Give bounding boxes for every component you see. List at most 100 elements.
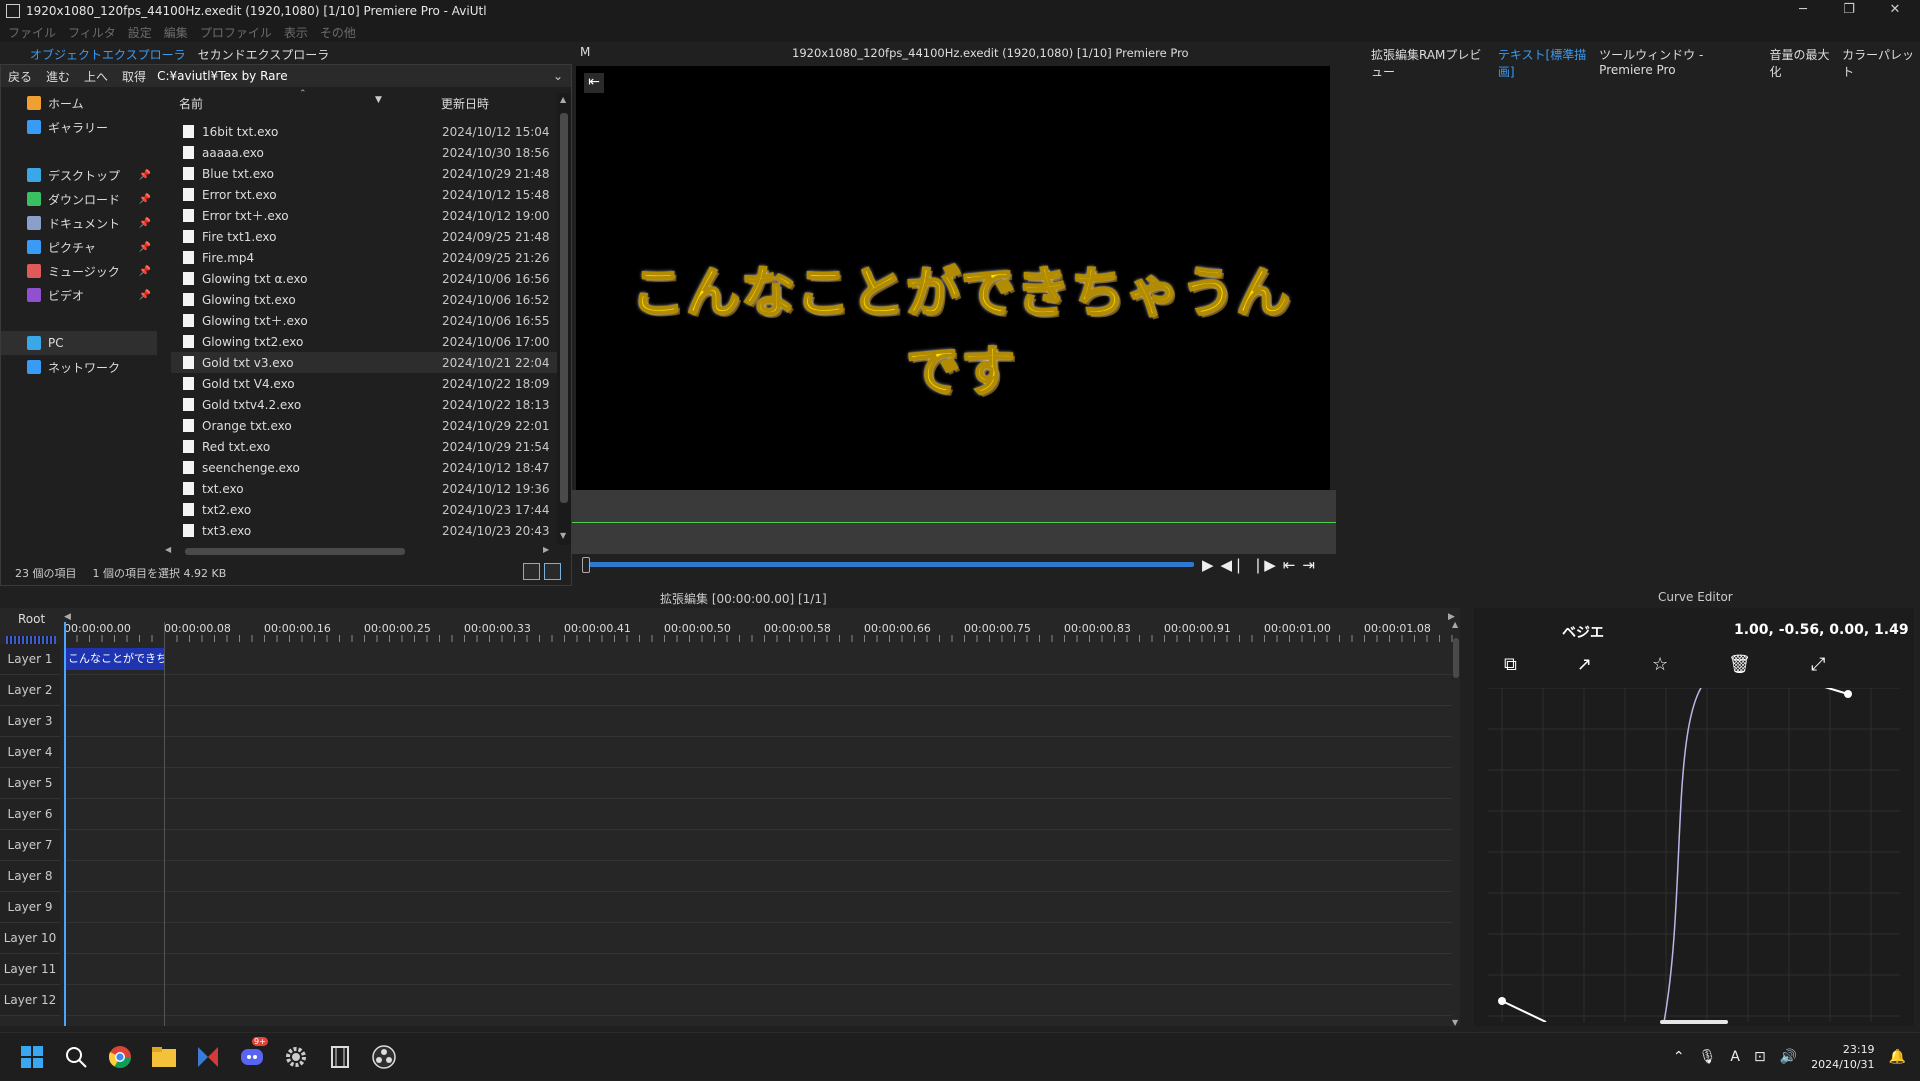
curve-panel-handle[interactable] xyxy=(1660,1020,1728,1024)
menu-settings[interactable]: 設定 xyxy=(128,24,152,41)
go-end-icon[interactable]: ⇥ xyxy=(1302,556,1315,574)
next-frame-icon[interactable]: ❘▶ xyxy=(1252,556,1276,574)
layer-lane[interactable] xyxy=(64,675,1452,706)
nav-item[interactable]: ドキュメント 📌 xyxy=(1,211,157,235)
nav-item[interactable]: デスクトップ 📌 xyxy=(1,163,157,187)
tab-text-standard[interactable]: テキスト[標準描画] xyxy=(1493,44,1594,82)
notification-bell-icon[interactable]: 🔔 xyxy=(1889,1049,1906,1065)
prev-frame-icon[interactable]: ◀❘ xyxy=(1221,556,1245,574)
layer-label[interactable]: Layer 11 xyxy=(0,954,60,985)
scroll-left-icon[interactable]: ◀ xyxy=(64,612,71,622)
pin-icon[interactable]: 📌 xyxy=(139,194,151,205)
clock[interactable]: 23:19 2024/10/31 xyxy=(1811,1042,1874,1072)
path-field[interactable]: C:¥aviutl¥Tex by Rare xyxy=(153,69,545,83)
layer-lane[interactable] xyxy=(64,706,1452,737)
pin-icon[interactable]: 📌 xyxy=(139,218,151,229)
file-row[interactable]: Glowing txt α.exo 2024/10/06 16:56 xyxy=(171,268,557,289)
tab-volume-maximize[interactable]: 音量の最大化 xyxy=(1764,44,1837,82)
menu-file[interactable]: ファイル xyxy=(8,24,56,41)
discord-icon[interactable]: 9+ xyxy=(238,1037,268,1071)
nav-item[interactable]: ホーム xyxy=(1,91,157,115)
layer-lane[interactable] xyxy=(64,923,1452,954)
layer-lane[interactable] xyxy=(64,799,1452,830)
file-row[interactable]: Blue txt.exo 2024/10/29 21:48 xyxy=(171,163,557,184)
back-button[interactable]: 戻る xyxy=(1,68,39,85)
nav-item[interactable]: ダウンロード 📌 xyxy=(1,187,157,211)
timeline-scrollbar[interactable]: ▲ ▼ xyxy=(1452,620,1460,1027)
scroll-right-icon[interactable]: ▶ xyxy=(543,545,549,554)
seek-knob[interactable] xyxy=(582,557,590,573)
nav-item[interactable]: ピクチャ 📌 xyxy=(1,235,157,259)
pin-icon[interactable]: 📌 xyxy=(139,290,151,301)
file-row[interactable]: Error txt＋.exo 2024/10/12 19:00 xyxy=(171,205,557,226)
file-row[interactable]: Glowing txt.exo 2024/10/06 16:52 xyxy=(171,289,557,310)
nav-item[interactable]: ビデオ 📌 xyxy=(1,283,157,307)
chrome-icon[interactable] xyxy=(106,1043,134,1071)
up-button[interactable]: 上へ xyxy=(77,68,115,85)
menu-edit[interactable]: 編集 xyxy=(164,24,188,41)
volume-icon[interactable]: 🔊 xyxy=(1780,1049,1797,1065)
layer-lane[interactable]: こんなことができちゃう xyxy=(64,644,1452,675)
pin-icon[interactable]: 📌 xyxy=(139,242,151,253)
nav-item[interactable]: PC xyxy=(1,331,157,355)
chevron-down-icon[interactable]: ⌄ xyxy=(545,69,571,83)
layer-label[interactable]: Layer 8 xyxy=(0,861,60,892)
root-label[interactable]: Root xyxy=(18,608,58,630)
file-explorer-icon[interactable] xyxy=(150,1043,178,1071)
layer-lane[interactable] xyxy=(64,830,1452,861)
file-row[interactable]: Glowing txt2.exo 2024/10/06 17:00 xyxy=(171,331,557,352)
export-icon[interactable]: ↗ xyxy=(1577,654,1592,675)
tab-ram-preview[interactable]: 拡張編集RAMプレビュー xyxy=(1366,44,1493,82)
minimize-button[interactable]: ─ xyxy=(1780,0,1826,22)
network-icon[interactable]: ⊡ xyxy=(1754,1049,1766,1065)
delete-icon[interactable]: 🗑 xyxy=(1728,654,1751,675)
seek-bar[interactable] xyxy=(582,557,1194,573)
scroll-thumb[interactable] xyxy=(560,113,568,503)
column-name[interactable]: 名前 xyxy=(179,95,203,112)
aviutl-film-icon[interactable] xyxy=(326,1043,354,1071)
editor-app-icon[interactable] xyxy=(194,1043,222,1071)
layer-label[interactable]: Layer 4 xyxy=(0,737,60,768)
file-row[interactable]: Fire txt1.exo 2024/09/25 21:48 xyxy=(171,226,557,247)
tab-tool-window[interactable]: ツールウィンドウ - Premiere Pro xyxy=(1594,44,1764,82)
text-clip[interactable]: こんなことができちゃう xyxy=(66,648,164,670)
column-date[interactable]: 更新日時 xyxy=(441,95,489,112)
menu-filter[interactable]: フィルタ xyxy=(68,24,116,41)
menu-profile[interactable]: プロファイル xyxy=(200,24,272,41)
forward-button[interactable]: 進む xyxy=(39,68,77,85)
layer-label[interactable]: Layer 6 xyxy=(0,799,60,830)
hscroll-thumb[interactable] xyxy=(185,548,405,555)
pin-icon[interactable]: 📌 xyxy=(139,266,151,277)
details-view-icon[interactable] xyxy=(523,563,540,580)
scroll-left-icon[interactable]: ◀ xyxy=(165,545,171,554)
tab-color-palette[interactable]: カラーパレット xyxy=(1837,44,1920,82)
file-row[interactable]: Gold txt V4.exo 2024/10/22 18:09 xyxy=(171,373,557,394)
file-row[interactable]: Error txt.exo 2024/10/12 15:48 xyxy=(171,184,557,205)
file-row[interactable]: Fire.mp4 2024/09/25 21:26 xyxy=(171,247,557,268)
play-icon[interactable]: ▶ xyxy=(1202,556,1214,574)
restore-button[interactable]: ❐ xyxy=(1826,0,1872,22)
file-row[interactable]: txt.exo 2024/10/12 19:36 xyxy=(171,478,557,499)
close-button[interactable]: ✕ xyxy=(1872,0,1918,22)
layer-label[interactable]: Layer 7 xyxy=(0,830,60,861)
scroll-down-icon[interactable]: ▼ xyxy=(560,531,566,540)
file-list-scrollbar[interactable]: ▲ ▼ xyxy=(557,93,571,545)
obs-icon[interactable] xyxy=(370,1043,398,1071)
layer-lane[interactable] xyxy=(64,861,1452,892)
playhead[interactable] xyxy=(64,622,66,1026)
layer-label[interactable]: Layer 5 xyxy=(0,768,60,799)
video-preview[interactable]: ⇤ こんなことができちゃうんです xyxy=(576,66,1330,490)
file-row[interactable]: txt3.exo 2024/10/23 20:43 xyxy=(171,520,557,541)
nav-item[interactable]: ギャラリー xyxy=(1,115,157,139)
menu-other[interactable]: その他 xyxy=(320,24,356,41)
favorite-star-icon[interactable]: ☆ xyxy=(1652,654,1668,675)
scroll-down-icon[interactable]: ▼ xyxy=(1452,1018,1458,1027)
file-row[interactable]: aaaaa.exo 2024/10/30 18:56 xyxy=(171,142,557,163)
layer-label[interactable]: Layer 9 xyxy=(0,892,60,923)
layer-label[interactable]: Layer 1 xyxy=(0,644,60,675)
tab-object-explorer[interactable]: オブジェクトエクスプローラ xyxy=(24,44,192,64)
layer-lane[interactable] xyxy=(64,768,1452,799)
column-divider-chevron-icon[interactable]: ▼ xyxy=(375,95,382,105)
large-icon-view-icon[interactable] xyxy=(544,563,561,580)
layer-lane[interactable] xyxy=(64,737,1452,768)
